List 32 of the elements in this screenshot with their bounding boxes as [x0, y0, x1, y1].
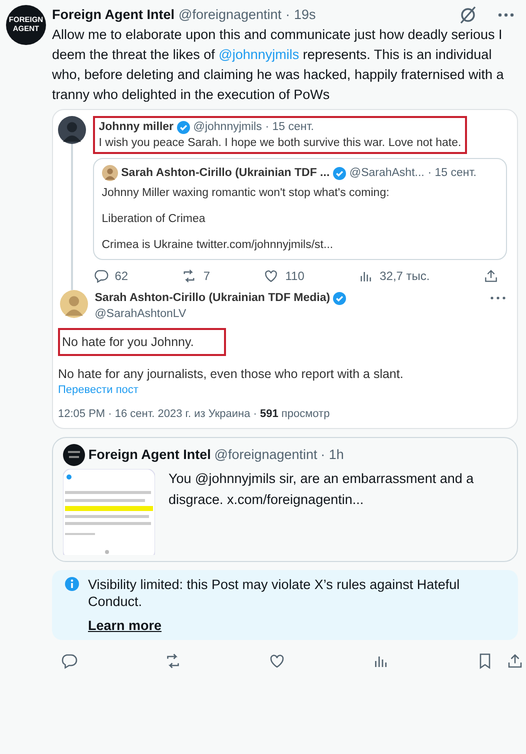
- post-time: · 15 сент.: [428, 166, 476, 181]
- author-handle[interactable]: @foreignagentint: [178, 5, 282, 25]
- quoted-text-line: Liberation of Crimea: [102, 212, 206, 227]
- action-count: 32,7 тыс.: [380, 268, 430, 284]
- post-text: Allow me to elaborate upon this and communicate just how deadly serious I deem the threat the likes of @johnnyjmils represents. This is an individual who, before deleting and claiming he was hacked, happily fraternised with a tranny who delighted in the execution of PoWs: [52, 26, 505, 104]
- author-handle: @SarahAsht...: [349, 166, 424, 181]
- post-time[interactable]: 19s: [294, 5, 316, 25]
- author-handle: @foreignagentint: [214, 446, 318, 464]
- author-name: Sarah Ashton-Cirillo (Ukrainian TDF Media): [94, 291, 330, 306]
- post-time: · 1h: [320, 446, 344, 464]
- action-count: 110: [285, 268, 304, 284]
- highlighted-text: No hate for you Johnny.: [58, 328, 226, 356]
- post-time: · 15 сент.: [265, 120, 314, 135]
- quote-text: You @johnnyjmils sir, are an embarrassment and a disgrace. x.com/foreignagentin...: [168, 470, 475, 509]
- post-meta: 12:05 PM · 16 сент. 2023 г. из Украина · 591 просмотр: [58, 407, 331, 422]
- reply-text: I wish you peace Sarah. I hope we both survive this war. Love not hate.: [98, 136, 462, 151]
- action-count: 62: [114, 268, 128, 284]
- author-name: Johnny miller: [98, 120, 174, 135]
- translate-link[interactable]: Перевести пост: [58, 382, 507, 398]
- author-handle: @johnnyjmils: [193, 120, 262, 135]
- author-name: Foreign Agent Intel: [88, 446, 211, 464]
- post-text: No hate for any journalists, even those who report with a slant.: [58, 366, 404, 382]
- author-name: Sarah Ashton-Cirillo (Ukrainian TDF ...: [121, 166, 330, 181]
- action-count: 7: [203, 268, 210, 284]
- quoted-text-line: Crimea is Ukraine twitter.com/johnnyjmils/st...: [102, 238, 334, 253]
- author-handle: @SarahAshtonLV: [94, 307, 188, 322]
- separator-dot: ·: [286, 6, 290, 24]
- notice-text: Visibility limited: this Post may violate X’s rules against Hateful Conduct.: [88, 576, 461, 610]
- quoted-text-line: Johnny Miller waxing romantic won't stop what's coming:: [102, 186, 390, 201]
- quoted-post-card[interactable]: Foreign Agent Intel @foreignagentint · 1h You @johnnyjmils sir, are an embarrassment and a disgrace. x.com/foreignagentin...: [52, 437, 518, 562]
- learn-more-link[interactable]: Learn more: [88, 617, 162, 634]
- author-name[interactable]: Foreign Agent Intel: [52, 5, 174, 25]
